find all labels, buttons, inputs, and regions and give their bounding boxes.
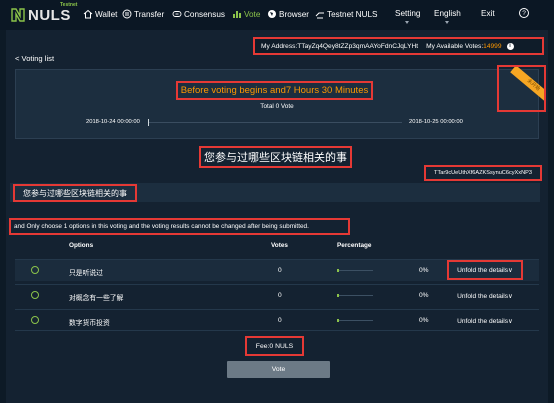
option-radio[interactable] xyxy=(31,316,39,324)
timeline-marker xyxy=(148,119,149,126)
option-label: 数字货币投资 xyxy=(69,320,110,327)
nav-exit[interactable]: Exit xyxy=(481,9,495,18)
nav-language[interactable]: English xyxy=(434,9,461,18)
total-votes: Total 0 Vote xyxy=(260,103,294,110)
back-to-voting-list[interactable]: < Voting list xyxy=(15,54,54,63)
nav-language-label: English xyxy=(434,9,461,18)
consensus-icon xyxy=(172,11,182,17)
logo-sub: Testnet xyxy=(60,2,78,8)
col-votes: Votes xyxy=(271,242,288,249)
col-options: Options xyxy=(69,242,94,249)
nav-consensus-label: Consensus xyxy=(184,9,225,19)
vote-timeline xyxy=(148,122,402,123)
option-progress xyxy=(337,270,373,271)
nav-testnet[interactable]: Testnet NULS xyxy=(315,9,378,19)
option-votes: 0 xyxy=(278,292,282,299)
address-bar: My Address:TTayZq4Qey8tZZp3qmAAYoFdnCJqL… xyxy=(253,37,544,55)
unfold-details-button[interactable]: Unfold the details∨ xyxy=(449,313,521,329)
option-percent: 0% xyxy=(419,267,429,274)
start-date: 2018-10-24 00:00:00 xyxy=(86,119,140,125)
countdown-text: Before voting begins and7 Hours 30 Minut… xyxy=(176,81,373,100)
nav-vote[interactable]: Vote xyxy=(232,9,260,19)
option-votes: 0 xyxy=(278,317,282,324)
nav-browser[interactable]: Browser xyxy=(267,9,309,19)
nav-transfer-label: Transfer xyxy=(134,9,165,19)
nav-wallet-label: Wallet xyxy=(95,9,118,19)
vote-heading: 您参与过哪些区块链相关的事 xyxy=(199,146,352,168)
bar-chart-icon xyxy=(233,11,241,18)
option-percent: 0% xyxy=(419,317,429,324)
nav-transfer[interactable]: Transfer xyxy=(122,9,164,19)
status-ribbon: 未开始 xyxy=(510,67,544,106)
logo-text: NULS xyxy=(28,6,71,24)
col-percentage: Percentage xyxy=(337,242,372,249)
available-votes-label: My Available Votes: xyxy=(426,42,484,50)
home-icon xyxy=(83,9,93,19)
nav-browser-label: Browser xyxy=(279,9,310,19)
nav-setting-label: Setting xyxy=(395,9,421,18)
nav-vote-label: Vote xyxy=(244,9,261,19)
end-date: 2018-10-25 00:00:00 xyxy=(409,119,463,125)
option-progress xyxy=(337,320,373,321)
faucet-icon xyxy=(315,12,324,19)
option-percent: 0% xyxy=(419,292,429,299)
option-label: 只是听说过 xyxy=(69,270,103,277)
nuls-logo-icon xyxy=(11,8,25,22)
help-icon: ? xyxy=(519,8,529,18)
available-votes-value: 14999 xyxy=(483,42,502,50)
globe-icon xyxy=(268,10,276,18)
language-chevron-down-icon xyxy=(445,21,449,24)
option-radio[interactable] xyxy=(31,291,39,299)
vote-hash: TTar9cUeUthXf6AZKSsynuC6cyXxNP3 xyxy=(424,165,542,181)
unfold-details-button[interactable]: Unfold the details∨ xyxy=(447,260,523,280)
unfold-details-button[interactable]: Unfold the details∨ xyxy=(449,288,521,304)
info-icon[interactable]: i xyxy=(506,42,514,50)
option-progress-fill xyxy=(337,319,339,322)
option-progress xyxy=(337,295,373,296)
nav-setting[interactable]: Setting xyxy=(395,9,421,18)
status-ribbon-box: 未开始 xyxy=(497,65,546,112)
nav-wallet[interactable]: Wallet xyxy=(83,9,117,19)
option-votes: 0 xyxy=(278,267,282,274)
transfer-icon xyxy=(122,9,132,19)
top-nav: NULS Testnet Wallet Transfer Consensus V… xyxy=(0,0,554,30)
voting-notice: and Only choose 1 options in this voting… xyxy=(9,218,350,235)
option-progress-fill xyxy=(337,294,339,297)
my-address: My Address:TTayZq4Qey8tZZp3qmAAYoFdnCJqL… xyxy=(261,42,419,50)
nav-testnet-label: Testnet NULS xyxy=(327,9,378,19)
vote-button[interactable]: Vote xyxy=(227,361,330,378)
option-radio[interactable] xyxy=(31,266,39,274)
nav-exit-label: Exit xyxy=(481,9,495,18)
setting-chevron-down-icon xyxy=(405,21,409,24)
help-button[interactable]: ? xyxy=(519,8,529,18)
topic-title: 您参与过哪些区块链相关的事 xyxy=(13,184,137,202)
nav-consensus[interactable]: Consensus xyxy=(172,9,225,19)
option-progress-fill xyxy=(337,269,339,272)
fee-label: Fee:0 NULS xyxy=(245,336,304,356)
logo[interactable]: NULS Testnet xyxy=(10,2,77,25)
option-label: 对概念有一些了解 xyxy=(69,295,124,302)
